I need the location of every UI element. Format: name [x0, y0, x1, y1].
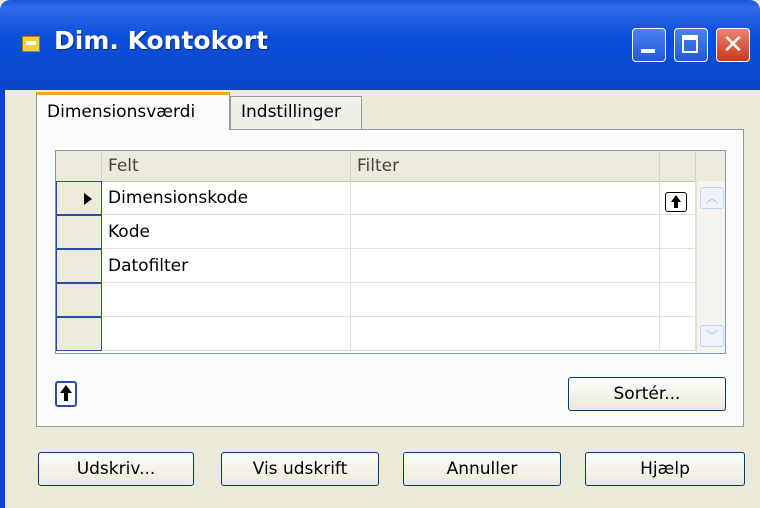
close-button[interactable]: ✕ [716, 28, 750, 62]
cell-felt[interactable] [102, 283, 351, 317]
header-spacer [660, 151, 696, 181]
app-icon[interactable] [22, 36, 40, 52]
move-up-button[interactable] [55, 381, 77, 407]
vertical-scrollbar[interactable]: ︿ ﹀ [696, 181, 725, 353]
sort-button[interactable]: Sortér... [568, 377, 726, 411]
column-header-felt[interactable]: Felt [102, 151, 351, 181]
table-row[interactable]: Dimensionskode [56, 181, 725, 215]
field-filter-grid[interactable]: Felt Filter Dimensionskode Kode Datofilt… [55, 150, 726, 354]
chevron-down-icon: ﹀ [705, 329, 718, 343]
cell-filter[interactable] [351, 283, 660, 317]
help-button[interactable]: Hjælp [585, 452, 745, 486]
scroll-down-button[interactable]: ﹀ [700, 325, 724, 347]
table-row[interactable] [56, 317, 725, 351]
window-title: Dim. Kontokort [54, 26, 269, 55]
cell-felt[interactable] [102, 317, 351, 351]
cell-felt[interactable]: Datofilter [102, 249, 351, 283]
current-row-icon [84, 193, 92, 205]
row-selector[interactable] [56, 317, 102, 351]
table-row[interactable] [56, 283, 725, 317]
minimize-icon [641, 49, 655, 53]
cell-extra [660, 249, 696, 283]
cell-extra [660, 317, 696, 351]
row-selector[interactable] [56, 181, 102, 215]
row-selector[interactable] [56, 283, 102, 317]
cell-extra [660, 283, 696, 317]
tab-dimensionsvaerdi[interactable]: Dimensionsværdi [36, 92, 230, 130]
row-selector[interactable] [56, 249, 102, 283]
cell-extra [660, 215, 696, 249]
cancel-button[interactable]: Annuller [403, 452, 561, 486]
maximize-icon [682, 35, 698, 53]
header-spacer-2 [696, 151, 725, 181]
cell-filter[interactable] [351, 249, 660, 283]
title-bar[interactable]: Dim. Kontokort ✕ [0, 0, 760, 90]
table-row[interactable]: Datofilter [56, 249, 725, 283]
cell-felt[interactable]: Dimensionskode [102, 181, 351, 215]
grid-header: Felt Filter [56, 151, 725, 182]
row-selector[interactable] [56, 215, 102, 249]
table-row[interactable]: Kode [56, 215, 725, 249]
window-border [0, 90, 5, 508]
chevron-up-icon: ︿ [705, 191, 718, 205]
cell-filter[interactable] [351, 215, 660, 249]
cell-felt[interactable]: Kode [102, 215, 351, 249]
tab-indstillinger[interactable]: Indstillinger [230, 96, 362, 130]
maximize-button[interactable] [674, 28, 708, 62]
scroll-up-button[interactable]: ︿ [700, 187, 724, 209]
close-icon: ✕ [722, 30, 744, 60]
cell-filter[interactable] [351, 181, 660, 215]
header-selector [56, 151, 102, 181]
minimize-button[interactable] [632, 28, 666, 62]
print-button[interactable]: Udskriv... [38, 452, 194, 486]
print-preview-button[interactable]: Vis udskrift [221, 452, 379, 486]
cell-filter[interactable] [351, 317, 660, 351]
row-up-button[interactable] [665, 192, 687, 212]
column-header-filter[interactable]: Filter [351, 151, 660, 181]
